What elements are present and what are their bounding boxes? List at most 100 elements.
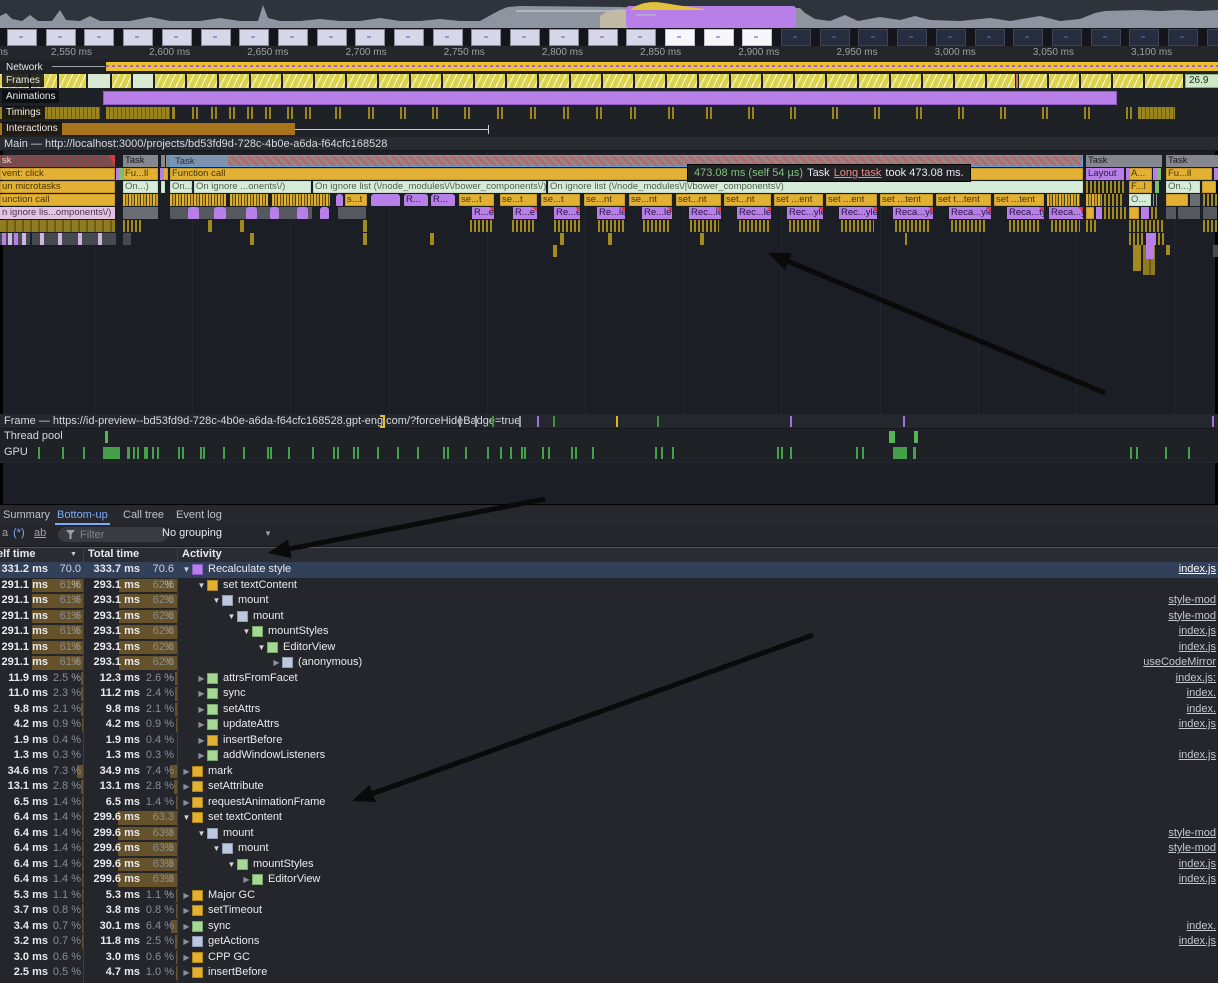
flame-event[interactable] [32,233,116,245]
source-link[interactable]: index.js [1179,717,1216,733]
network-track[interactable]: Network [0,60,1218,74]
table-row[interactable]: 291.1 ms61.6 %293.1 ms62.0 %▶(anonymous)… [0,655,1218,671]
tab-summary[interactable]: Summary [1,505,52,525]
frame-box[interactable] [1049,74,1079,88]
table-row[interactable]: 331.2 ms70.0 %333.7 ms70.6 %▼Recalculate… [0,562,1218,578]
collapse-arrow-icon[interactable]: ▼ [211,593,222,609]
expand-arrow-icon[interactable]: ▶ [181,888,192,904]
collapse-arrow-icon[interactable]: ▼ [211,841,222,857]
expand-arrow-icon[interactable]: ▶ [196,686,207,702]
frame-box[interactable] [475,74,505,88]
flame-event-rec-le[interactable]: Rec...le [737,207,771,219]
table-row[interactable]: 6.5 ms1.4 %6.5 ms1.4 %▶requestAnimationF… [0,795,1218,811]
flame-event[interactable] [230,194,268,206]
flame-event-se-t[interactable]: se...t [500,194,537,206]
table-row[interactable]: 13.1 ms2.8 %13.1 ms2.8 %▶setAttribute [0,779,1218,795]
frame-track[interactable]: Frame — https://id-preview--bd53fd9d-728… [0,414,1218,429]
flame-event-r-e[interactable]: R...e [472,207,494,219]
frame-box[interactable] [635,74,665,88]
flame-event-task[interactable]: Task [1086,155,1162,167]
frame-box[interactable] [59,74,86,88]
flame-event[interactable] [1086,181,1126,193]
source-link[interactable]: useCodeMirror [1143,655,1216,671]
source-link[interactable]: style-mod [1168,841,1216,857]
flame-event[interactable] [1203,207,1217,219]
flame-event-set-t-tent[interactable]: set t...tent [936,194,991,206]
frame-box[interactable] [699,74,729,88]
filmstrip-thumbnail[interactable] [123,29,153,46]
table-row[interactable]: 6.4 ms1.4 %299.6 ms63.3 %▼mountStylesind… [0,857,1218,873]
flame-event[interactable] [1151,207,1159,219]
table-row[interactable]: 34.6 ms7.3 %34.9 ms7.4 %▶mark [0,764,1218,780]
animations-track[interactable]: Animations [0,89,1218,106]
time-ruler[interactable]: ms 2,550 ms2,600 ms2,650 ms2,700 ms2,750… [0,46,1218,61]
flame-event[interactable] [188,207,199,219]
filmstrip-thumbnail[interactable] [742,29,772,46]
flame-event-rec-yle[interactable]: Rec...yle [787,207,823,219]
flame-event[interactable] [1157,168,1161,180]
flame-event[interactable] [338,207,366,219]
frame-box[interactable] [539,74,569,88]
flame-event[interactable] [895,220,930,232]
collapse-arrow-icon[interactable]: ▼ [226,609,237,625]
flame-event-set-nt[interactable]: set...nt [676,194,721,206]
flame-event[interactable] [208,220,212,232]
collapse-arrow-icon[interactable]: ▼ [181,562,192,578]
flame-event-vent-click[interactable]: vent: click [0,168,115,180]
source-link[interactable]: index. [1187,702,1216,718]
flame-event[interactable] [123,207,158,219]
flame-event-set-ent[interactable]: set ...ent [774,194,823,206]
expand-arrow-icon[interactable]: ▶ [241,872,252,888]
filmstrip-thumbnail[interactable] [1168,29,1198,46]
flame-event[interactable] [1141,207,1149,219]
table-row[interactable]: 4.2 ms0.9 %4.2 ms0.9 %▶updateAttrsindex.… [0,717,1218,733]
flame-event-re-e[interactable]: Re...e [554,207,580,219]
flame-event[interactable] [1203,220,1217,232]
frame-box[interactable] [283,74,313,88]
flame-event-task[interactable]: Task [1166,155,1218,167]
flame-event[interactable] [336,194,343,206]
table-row[interactable]: 2.5 ms0.5 %4.7 ms1.0 %▶insertBefore [0,965,1218,981]
flame-event[interactable] [1214,168,1218,180]
filmstrip-thumbnail[interactable] [162,29,192,46]
flame-event[interactable] [170,194,226,206]
filmstrip-thumbnail[interactable] [626,29,656,46]
filmstrip-thumbnail[interactable] [278,29,308,46]
table-row[interactable]: 9.8 ms2.1 %9.8 ms2.1 %▶setAttrsindex. [0,702,1218,718]
flame-event[interactable] [250,233,254,245]
flame-event[interactable] [951,220,986,232]
filmstrip-thumbnail[interactable] [7,29,37,46]
frame-box[interactable] [1081,74,1111,88]
flame-event[interactable] [1086,220,1098,232]
flame-event-set-tent[interactable]: set ...tent [880,194,933,206]
tab-bottom-up[interactable]: Bottom-up [55,505,110,525]
filmstrip-thumbnail[interactable] [355,29,385,46]
flame-event[interactable] [123,220,143,232]
flame-event-on-ignore-onents-[interactable]: On ignore ...onents\/) [194,181,311,193]
filmstrip-thumbnail[interactable] [471,29,501,46]
flame-event[interactable] [1178,207,1200,219]
filmstrip-thumbnail[interactable] [858,29,888,46]
flame-event[interactable] [14,233,18,245]
filmstrip-thumbnail[interactable] [665,29,695,46]
flame-event-se-nt[interactable]: se...nt [629,194,672,206]
filmstrip-thumbnail[interactable] [1207,29,1218,46]
expand-arrow-icon[interactable]: ▶ [181,950,192,966]
flame-event-un-microtasks[interactable]: un microtasks [0,181,115,193]
flame-event[interactable] [1009,220,1040,232]
table-row[interactable]: 3.4 ms0.7 %30.1 ms6.4 %▶syncindex. [0,919,1218,935]
frame-box[interactable] [763,74,793,88]
flame-event-reca-yle[interactable]: Reca...yle [893,207,933,219]
expand-arrow-icon[interactable]: ▶ [181,934,192,950]
flame-event[interactable] [1051,220,1080,232]
frame-box[interactable] [187,74,217,88]
flame-event-on-ignore-list-node-modules-bower-components-[interactable]: On ignore list (\/node_modules\/\/bower_… [313,181,546,193]
source-link[interactable]: style-mod [1168,609,1216,625]
flame-event[interactable] [78,233,82,245]
expand-arrow-icon[interactable]: ▶ [196,733,207,749]
timings-track[interactable]: Timings [0,105,1218,122]
table-row[interactable]: 6.4 ms1.4 %299.6 ms63.3 %▼mountstyle-mod [0,826,1218,842]
filmstrip-thumbnail[interactable] [936,29,966,46]
flame-event[interactable] [1166,207,1176,219]
source-link[interactable]: index. [1187,919,1216,935]
